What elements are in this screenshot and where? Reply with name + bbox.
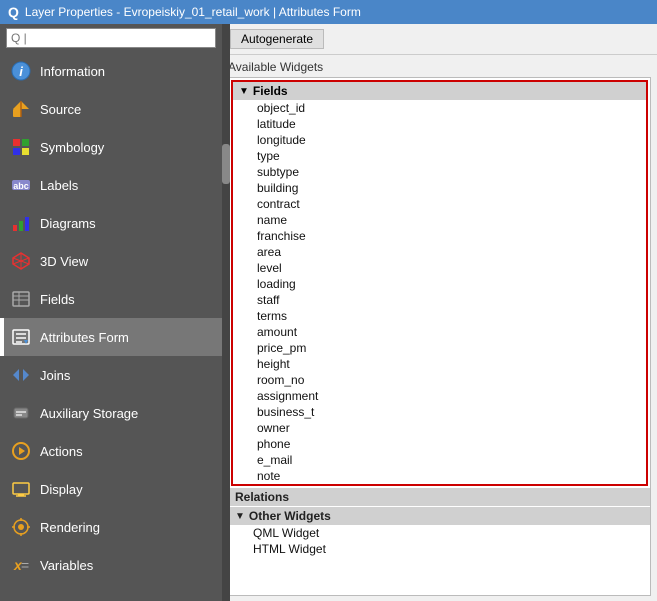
field-item[interactable]: price_pm [233, 340, 646, 356]
svg-text:=: = [21, 557, 29, 573]
field-item[interactable]: longitude [233, 132, 646, 148]
autogenerate-button[interactable]: Autogenerate [230, 29, 324, 49]
source-icon [10, 98, 32, 120]
sidebar-item-auxiliary-storage[interactable]: Auxiliary Storage [0, 394, 222, 432]
rendering-icon [10, 516, 32, 538]
relations-header[interactable]: Relations [229, 488, 650, 506]
fields-section-header[interactable]: ▼ Fields [233, 82, 646, 100]
field-item[interactable]: latitude [233, 116, 646, 132]
search-input[interactable] [6, 28, 216, 48]
sidebar-item-attributes-form[interactable]: Attributes Form [0, 318, 222, 356]
field-item[interactable]: e_mail [233, 452, 646, 468]
sidebar-scrollbar[interactable] [222, 24, 230, 601]
field-item[interactable]: note [233, 468, 646, 484]
actions-label: Actions [40, 444, 83, 459]
svg-text:i: i [19, 64, 23, 79]
available-widgets-label: Available Widgets [228, 60, 651, 74]
joins-label: Joins [40, 368, 70, 383]
field-item[interactable]: franchise [233, 228, 646, 244]
sidebar-item-information[interactable]: i Information [0, 52, 222, 90]
other-widgets-list: QML WidgetHTML Widget [229, 525, 650, 557]
app-icon: Q [8, 4, 19, 20]
autogenerate-bar: Autogenerate [222, 24, 657, 55]
other-widgets-label: Other Widgets [249, 509, 331, 523]
field-item[interactable]: phone [233, 436, 646, 452]
other-widgets-arrow: ▼ [235, 511, 245, 522]
field-item[interactable]: terms [233, 308, 646, 324]
field-item[interactable]: loading [233, 276, 646, 292]
display-label: Display [40, 482, 83, 497]
3dview-icon [10, 250, 32, 272]
sidebar-item-variables[interactable]: x = Variables [0, 546, 222, 584]
diagrams-label: Diagrams [40, 216, 96, 231]
fields-list: object_idlatitudelongitudetypesubtypebui… [233, 100, 646, 484]
search-bar [0, 24, 222, 52]
relations-label: Relations [235, 490, 289, 504]
sidebar: i Information Source [0, 24, 222, 601]
sidebar-item-rendering[interactable]: Rendering [0, 508, 222, 546]
field-item[interactable]: level [233, 260, 646, 276]
field-item[interactable]: object_id [233, 100, 646, 116]
auxiliary-storage-icon [10, 402, 32, 424]
field-item[interactable]: type [233, 148, 646, 164]
scroll-thumb [222, 144, 230, 184]
field-item[interactable]: room_no [233, 372, 646, 388]
attributes-form-icon [10, 326, 32, 348]
fields-section-label: Fields [253, 84, 288, 98]
attributes-form-label: Attributes Form [40, 330, 129, 345]
available-widgets-panel: Available Widgets ▼ Fields object_idlati… [222, 55, 657, 601]
display-icon [10, 478, 32, 500]
widget-tree[interactable]: ▼ Fields object_idlatitudelongitudetypes… [228, 77, 651, 596]
svg-text:abc: abc [13, 181, 29, 191]
auxiliary-storage-label: Auxiliary Storage [40, 406, 138, 421]
fields-section: ▼ Fields object_idlatitudelongitudetypes… [231, 80, 648, 486]
labels-icon: abc [10, 174, 32, 196]
symbology-icon [10, 136, 32, 158]
field-item[interactable]: assignment [233, 388, 646, 404]
sidebar-item-labels[interactable]: abc Labels [0, 166, 222, 204]
field-item[interactable]: name [233, 212, 646, 228]
actions-icon [10, 440, 32, 462]
source-label: Source [40, 102, 81, 117]
labels-label: Labels [40, 178, 78, 193]
rendering-label: Rendering [40, 520, 100, 535]
diagrams-icon [10, 212, 32, 234]
field-item[interactable]: height [233, 356, 646, 372]
window-title: Layer Properties - Evropeiskiy_01_retail… [25, 5, 361, 19]
variables-label: Variables [40, 558, 93, 573]
field-item[interactable]: subtype [233, 164, 646, 180]
sidebar-item-display[interactable]: Display [0, 470, 222, 508]
sidebar-item-actions[interactable]: Actions [0, 432, 222, 470]
information-icon: i [10, 60, 32, 82]
other-widget-item[interactable]: QML Widget [229, 525, 650, 541]
3dview-label: 3D View [40, 254, 88, 269]
title-bar: Q Layer Properties - Evropeiskiy_01_reta… [0, 0, 657, 24]
variables-icon: x = [10, 554, 32, 576]
field-item[interactable]: staff [233, 292, 646, 308]
sidebar-item-joins[interactable]: Joins [0, 356, 222, 394]
fields-arrow: ▼ [239, 86, 249, 97]
sidebar-item-diagrams[interactable]: Diagrams [0, 204, 222, 242]
sidebar-item-3dview[interactable]: 3D View [0, 242, 222, 280]
sidebar-item-fields[interactable]: Fields [0, 280, 222, 318]
field-item[interactable]: amount [233, 324, 646, 340]
joins-icon [10, 364, 32, 386]
field-item[interactable]: area [233, 244, 646, 260]
sidebar-item-symbology[interactable]: Symbology [0, 128, 222, 166]
other-widgets-header[interactable]: ▼ Other Widgets [229, 507, 650, 525]
sidebar-item-source[interactable]: Source [0, 90, 222, 128]
fields-label: Fields [40, 292, 75, 307]
field-item[interactable]: business_t [233, 404, 646, 420]
information-label: Information [40, 64, 105, 79]
field-item[interactable]: owner [233, 420, 646, 436]
fields-icon [10, 288, 32, 310]
symbology-label: Symbology [40, 140, 104, 155]
right-panel: Autogenerate Available Widgets ▼ Fields … [222, 24, 657, 601]
field-item[interactable]: contract [233, 196, 646, 212]
other-widget-item[interactable]: HTML Widget [229, 541, 650, 557]
field-item[interactable]: building [233, 180, 646, 196]
